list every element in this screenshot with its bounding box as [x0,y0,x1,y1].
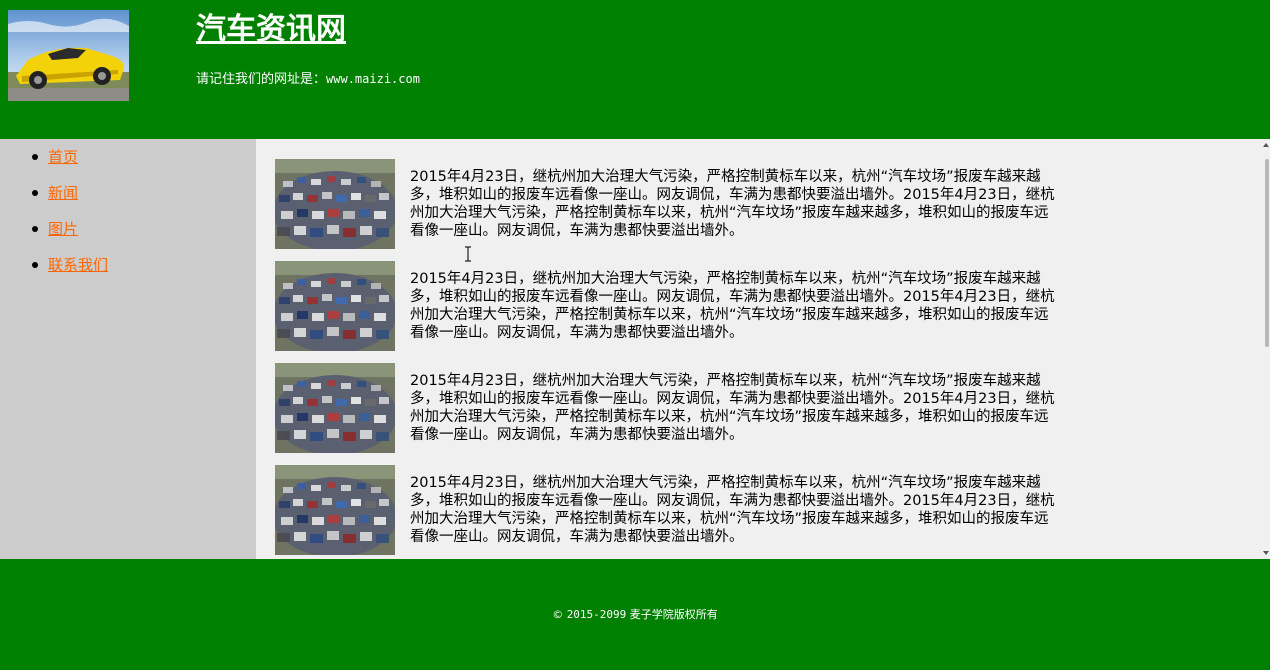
sidebar: 首页 新闻 图片 联系我们 [0,139,256,559]
news-item: 2015年4月23日，继杭州加大治理大气污染，严格控制黄标车以来，杭州“汽车坟场… [275,159,1075,249]
scroll-down-arrow-icon[interactable] [1263,551,1269,555]
text-cursor-icon [465,246,471,262]
news-item: 2015年4月23日，继杭州加大治理大气污染，严格控制黄标车以来，杭州“汽车坟场… [275,363,1075,453]
copyright-symbol: © [552,608,564,621]
nav-link-pictures[interactable]: 图片 [48,220,78,238]
site-url-label: 请记住我们的网址是： [196,72,327,87]
nav-item-pictures: 图片 [0,218,108,254]
news-text: 2015年4月23日，继杭州加大治理大气污染，严格控制黄标车以来，杭州“汽车坟场… [410,373,1055,443]
news-text: 2015年4月23日，继杭州加大治理大气污染，严格控制黄标车以来，杭州“汽车坟场… [410,475,1055,545]
bullet-icon [32,262,38,268]
scroll-up-arrow-icon[interactable] [1263,143,1269,147]
sidebar-nav: 首页 新闻 图片 联系我们 [0,146,108,290]
nav-item-news: 新闻 [0,182,108,218]
bullet-icon [32,226,38,232]
site-url-value: www.maizi.com [326,72,420,86]
bullet-icon [32,154,38,160]
scrapped-cars-thumbnail-icon [275,465,395,555]
copyright-years: 2015-2099 [566,608,627,621]
sports-car-logo-icon [8,10,129,101]
vertical-scrollbar[interactable] [1262,139,1270,559]
site-url-notice: 请记住我们的网址是：www.maizi.com [196,69,420,90]
nav-item-contact: 联系我们 [0,254,108,290]
news-item: 2015年4月23日，继杭州加大治理大气污染，严格控制黄标车以来，杭州“汽车坟场… [275,465,1075,555]
scrapped-cars-thumbnail-icon [275,261,395,351]
nav-item-home: 首页 [0,146,108,182]
scrapped-cars-thumbnail-icon [275,363,395,453]
scrollbar-thumb[interactable] [1265,159,1269,347]
site-footer: © 2015-2099 麦子学院版权所有 [0,559,1270,670]
bullet-icon [32,190,38,196]
page: 汽车资讯网 请记住我们的网址是：www.maizi.com 首页 新闻 图片 联… [0,0,1270,670]
news-text: 2015年4月23日，继杭州加大治理大气污染，严格控制黄标车以来，杭州“汽车坟场… [410,169,1055,239]
copyright-notice: © 2015-2099 麦子学院版权所有 [0,607,1270,623]
nav-link-contact[interactable]: 联系我们 [48,256,108,274]
scrapped-cars-thumbnail-icon [275,159,395,249]
news-text: 2015年4月23日，继杭州加大治理大气污染，严格控制黄标车以来，杭州“汽车坟场… [410,271,1055,341]
nav-link-news[interactable]: 新闻 [48,184,78,202]
main-content[interactable]: 2015年4月23日，继杭州加大治理大气污染，严格控制黄标车以来，杭州“汽车坟场… [256,139,1270,559]
copyright-owner: 麦子学院版权所有 [629,608,718,621]
site-title-link[interactable]: 汽车资讯网 [196,10,346,50]
nav-link-home[interactable]: 首页 [48,148,78,166]
news-item: 2015年4月23日，继杭州加大治理大气污染，严格控制黄标车以来，杭州“汽车坟场… [275,261,1075,351]
site-header: 汽车资讯网 请记住我们的网址是：www.maizi.com [0,0,1270,139]
